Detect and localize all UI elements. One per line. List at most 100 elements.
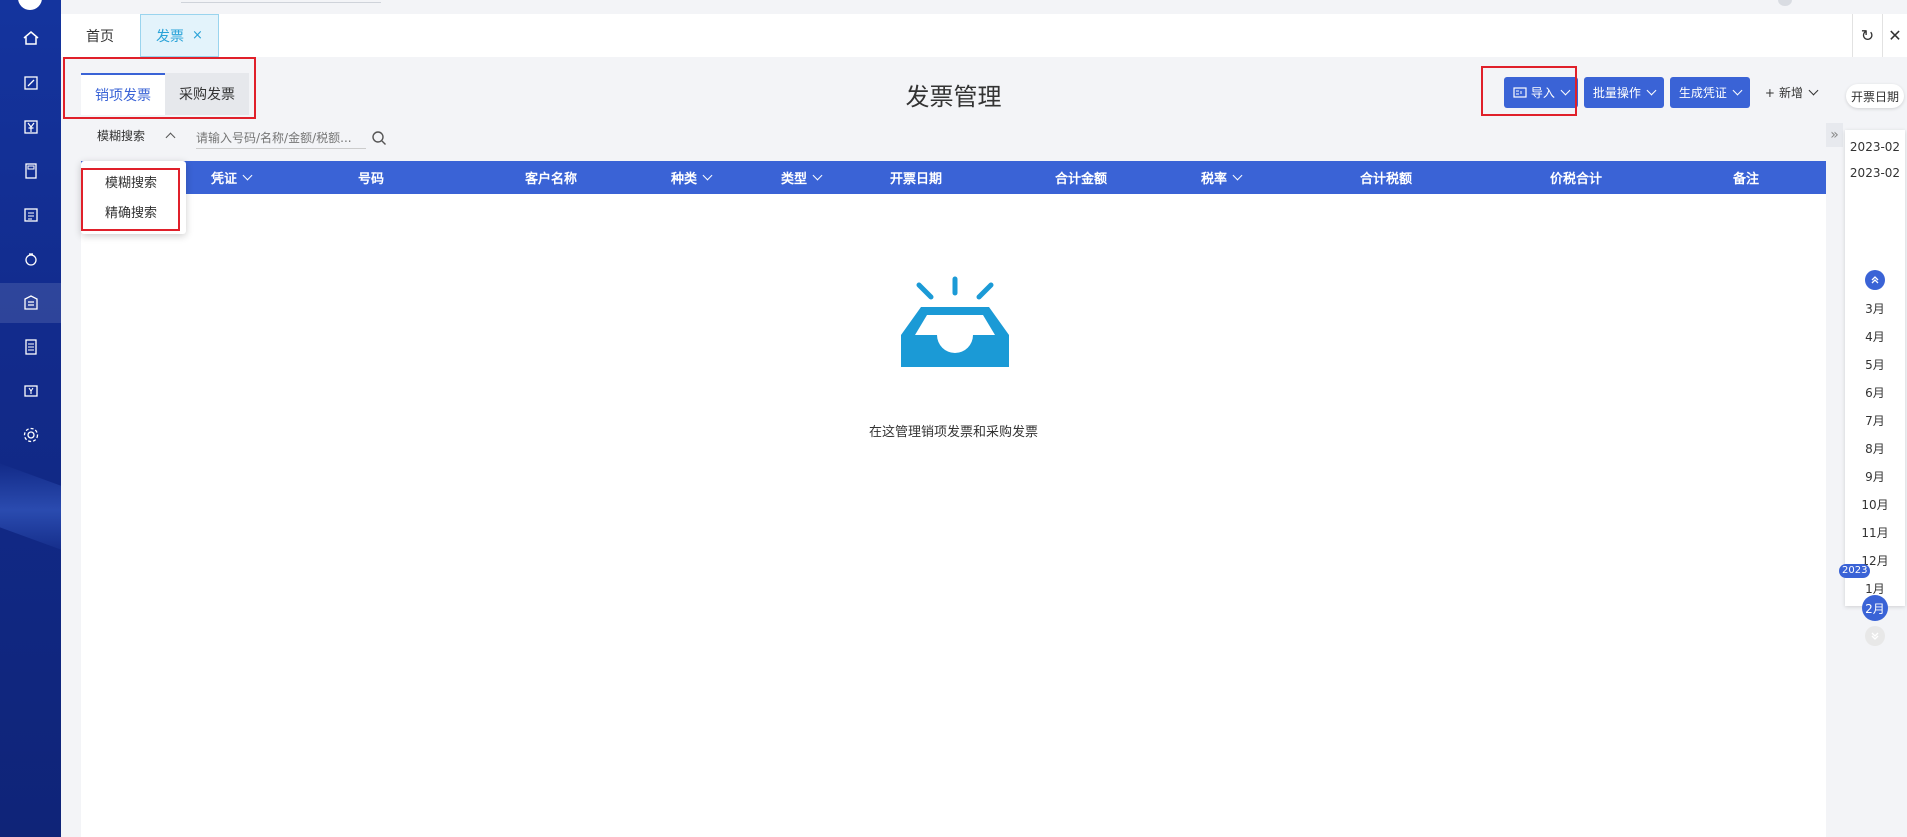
batch-operation-button[interactable]: 批量操作 <box>1583 77 1664 108</box>
collapse-panel-button[interactable]: » <box>1826 123 1843 147</box>
tab-invoice[interactable]: 发票 × <box>140 14 219 57</box>
add-button[interactable]: + 新增 <box>1756 77 1826 108</box>
column-voucher[interactable]: 凭证 <box>191 161 271 194</box>
column-tax-inclusive-total: 价税合计 <box>1521 161 1631 194</box>
tax-icon <box>23 385 38 397</box>
close-icon[interactable]: × <box>192 28 203 43</box>
column-number: 号码 <box>331 161 411 194</box>
voucher-label: 生成凭证 <box>1678 86 1727 100</box>
column-label: 种类 <box>670 172 697 187</box>
search-mode-label: 模糊搜索 <box>97 129 146 143</box>
add-label: 新增 <box>1778 86 1803 100</box>
invoice-type-tabs: 销项发票 采购发票 <box>81 73 249 115</box>
search-mode-select[interactable]: 模糊搜索 <box>97 127 176 144</box>
double-chevron-right-icon: » <box>1830 127 1839 143</box>
empty-inbox-icon <box>901 276 1009 367</box>
double-chevron-up-icon <box>1871 276 1879 284</box>
end-date[interactable]: 2023-02 <box>1845 166 1905 180</box>
refresh-button[interactable]: ↻ <box>1852 14 1882 57</box>
month-item[interactable]: 5月 <box>1845 356 1905 373</box>
month-item[interactable]: 8月 <box>1845 440 1905 457</box>
column-total-amount: 合计金额 <box>1026 161 1136 194</box>
column-remarks: 备注 <box>1706 161 1786 194</box>
month-item[interactable]: 9月 <box>1845 468 1905 485</box>
sidebar-item-report[interactable] <box>0 195 61 235</box>
sidebar-item-tax[interactable] <box>0 371 61 411</box>
column-label: 类型 <box>780 172 807 187</box>
sidebar-item-invoice[interactable] <box>0 283 61 323</box>
sidebar-item-ledger[interactable] <box>0 327 61 367</box>
column-customer: 客户名称 <box>486 161 616 194</box>
import-label: 导入 <box>1530 86 1555 100</box>
column-label: 客户名称 <box>524 172 577 187</box>
chevron-down-icon <box>1232 170 1243 181</box>
calculator-icon <box>24 163 37 179</box>
ledger-icon <box>24 339 37 355</box>
building-icon <box>23 295 38 310</box>
column-type[interactable]: 类型 <box>761 161 841 194</box>
generate-voucher-button[interactable]: 生成凭证 <box>1669 77 1750 108</box>
chevron-down-icon <box>1732 85 1743 96</box>
tab-bar: 首页 发票 × ↻ ✕ <box>61 14 1907 57</box>
chevron-up-icon <box>165 132 176 143</box>
close-window-button[interactable]: ✕ <box>1882 14 1907 57</box>
scroll-up-button[interactable] <box>1865 270 1885 290</box>
chevron-down-icon <box>1560 85 1571 96</box>
table-header: 凭证 号码 客户名称 种类 类型 开票日期 合计金额 税率 合计税额 价税合计 … <box>81 161 1826 194</box>
home-icon <box>23 31 38 45</box>
main-area: 销项发票 采购发票 发票管理 导入 批量操作 生成凭证 + 新增 模糊搜索 请输… <box>81 57 1826 837</box>
sidebar-item-settings[interactable] <box>0 415 61 455</box>
sidebar-item-assets[interactable] <box>0 239 61 279</box>
option-exact-search[interactable]: 精确搜索 <box>105 202 157 221</box>
tab-sales-invoice[interactable]: 销项发票 <box>81 73 165 115</box>
double-chevron-down-icon <box>1871 632 1879 640</box>
money-bag-icon <box>24 253 37 266</box>
column-issue-date: 开票日期 <box>861 161 971 194</box>
sidebar-item-home[interactable] <box>0 18 61 58</box>
empty-state-text: 在这管理销项发票和采购发票 <box>868 425 1038 440</box>
chevron-down-icon <box>242 170 253 181</box>
refresh-icon: ↻ <box>1860 26 1875 45</box>
option-fuzzy-search[interactable]: 模糊搜索 <box>105 172 157 191</box>
sidebar-item-calculator[interactable] <box>0 151 61 191</box>
column-kind[interactable]: 种类 <box>651 161 731 194</box>
column-label: 税率 <box>1200 172 1227 187</box>
month-item[interactable]: 7月 <box>1845 412 1905 429</box>
sidebar-item-finance[interactable] <box>0 107 61 147</box>
search-mode-dropdown: 模糊搜索 精确搜索 <box>81 161 186 234</box>
user-avatar[interactable] <box>1778 0 1792 6</box>
close-window-icon: ✕ <box>1888 26 1902 45</box>
column-label: 合计税额 <box>1359 172 1412 187</box>
month-item[interactable]: 3月 <box>1845 300 1905 317</box>
app-logo <box>18 0 42 10</box>
edit-icon <box>23 76 38 90</box>
tab-home[interactable]: 首页 <box>86 14 114 57</box>
month-item[interactable]: 4月 <box>1845 328 1905 345</box>
month-item[interactable]: 6月 <box>1845 384 1905 401</box>
date-panel-label: 开票日期 <box>1846 84 1904 108</box>
tab-purchase-invoice[interactable]: 采购发票 <box>165 73 249 115</box>
year-badge: 2023 <box>1839 564 1871 578</box>
active-month[interactable]: 2月 <box>1862 595 1888 621</box>
column-label: 备注 <box>1732 172 1759 187</box>
chevron-down-icon <box>812 170 823 181</box>
content-panel: 模糊搜索 凭证 号码 客户名称 种类 类型 开票日期 合计金额 税率 合计税额 … <box>81 119 1826 837</box>
scroll-down-button[interactable] <box>1865 626 1885 646</box>
column-label: 凭证 <box>210 172 237 187</box>
search-bar: 模糊搜索 <box>81 119 1826 161</box>
date-selector: 2023-02 2023-02 3月 4月 5月 6月 7月 8月 9月 10月… <box>1839 130 1905 646</box>
start-date[interactable]: 2023-02 <box>1845 140 1905 154</box>
top-divider <box>181 2 381 3</box>
sidebar-item-edit[interactable] <box>0 63 61 103</box>
month-item[interactable]: 10月 <box>1845 496 1905 513</box>
chevron-down-icon <box>1646 85 1657 96</box>
chevron-down-icon <box>1808 85 1819 96</box>
column-label: 价税合计 <box>1549 172 1602 187</box>
date-panel: 开票日期 2023-02 2023-02 3月 4月 5月 6月 7月 8月 9… <box>1839 80 1907 646</box>
month-item[interactable]: 11月 <box>1845 524 1905 541</box>
column-tax-rate[interactable]: 税率 <box>1181 161 1261 194</box>
column-label: 号码 <box>357 172 384 187</box>
import-button[interactable]: 导入 <box>1503 77 1578 108</box>
search-input[interactable] <box>196 127 366 149</box>
search-icon[interactable] <box>371 130 387 146</box>
